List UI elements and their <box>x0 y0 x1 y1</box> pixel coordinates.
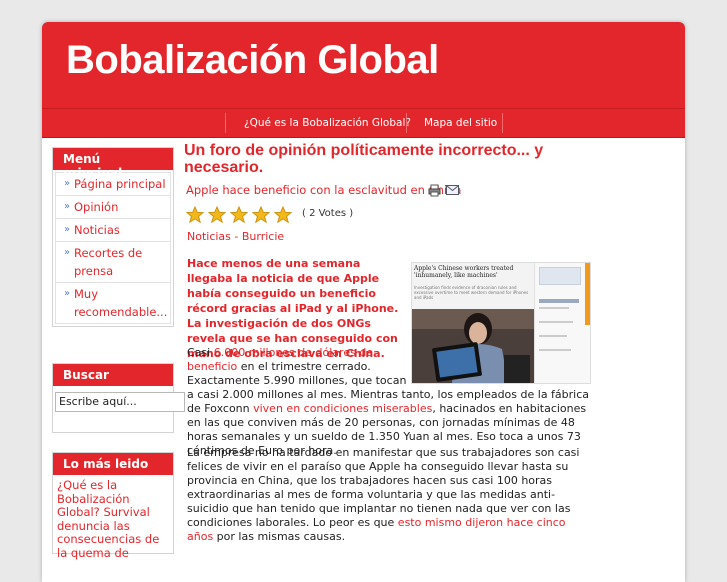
photo-sidebar-widget <box>539 267 581 285</box>
site-title[interactable]: Bobalización Global <box>66 38 439 83</box>
menu-item-opinion[interactable]: » Opinión <box>56 196 170 219</box>
link-miserable-conditions[interactable]: viven en condiciones miserables <box>253 402 432 415</box>
star-icon[interactable] <box>252 206 270 224</box>
chevron-right-icon: » <box>64 247 71 258</box>
menu-item-label: Recortes de prensa <box>74 246 143 278</box>
star-icon[interactable] <box>274 206 292 224</box>
nav-separator <box>406 113 407 133</box>
menu-item-label: Página principal <box>74 177 166 191</box>
article-paragraph-2: La empresa no ha tardado en manifestar q… <box>187 446 589 544</box>
main-menu-box: Menú principal » Página principal » Opinió… <box>52 147 174 327</box>
paragraph-text: Casi <box>187 346 214 359</box>
search-box: Buscar Escribe aquí... <box>52 363 185 433</box>
article-title-link[interactable]: Apple hace beneficio con la esclavitud e… <box>186 183 461 197</box>
star-icon[interactable] <box>208 206 226 224</box>
photo-sidebar-line <box>539 335 567 337</box>
rating-stars[interactable] <box>186 206 296 224</box>
chevron-right-icon: » <box>64 201 71 212</box>
paragraph-text: por las mismas causas. <box>213 530 346 543</box>
most-read-title: Lo más leido <box>53 453 173 475</box>
search-title: Buscar <box>53 364 173 386</box>
chevron-right-icon: » <box>64 178 71 189</box>
menu-item-press-clippings[interactable]: » Recortes de prensa <box>56 242 170 283</box>
menu-item-label: Muy recomendable... <box>74 287 168 319</box>
print-icon[interactable] <box>428 184 441 200</box>
nav-item-what-is[interactable]: ¿Qué es la Bobalización Global? <box>244 109 411 137</box>
main-menu-title: Menú principal <box>53 148 173 180</box>
article-section-title: Un foro de opinión políticamente incorre… <box>184 142 544 176</box>
photo-wrap-spacer <box>410 346 592 384</box>
votes-count: ( 2 Votes ) <box>302 208 354 219</box>
top-nav: ¿Qué es la Bobalización Global? Mapa del… <box>42 108 685 138</box>
article-paragraph-1: Casi 6.000 millones de dólares de benefi… <box>187 346 592 458</box>
site-header: Bobalización Global <box>42 22 685 108</box>
photo-headline: Apple's Chinese workers treated 'inhuman… <box>414 265 514 279</box>
nav-separator <box>225 113 226 133</box>
most-read-box: Lo más leido ¿Qué es la Bobalización Glo… <box>52 452 174 559</box>
star-icon[interactable] <box>186 206 204 224</box>
menu-item-label: Noticias <box>74 223 120 237</box>
photo-sidebar-bar <box>539 299 579 303</box>
most-read-link[interactable]: ¿Qué es la Bobalización Global? Survival… <box>53 475 173 564</box>
photo-caption: Investigation finds evidence of draconia… <box>414 285 529 300</box>
star-icon[interactable] <box>230 206 248 224</box>
chevron-right-icon: » <box>64 224 71 235</box>
menu-item-news[interactable]: » Noticias <box>56 219 170 242</box>
menu-item-recommended[interactable]: » Muy recomendable... <box>56 283 170 323</box>
photo-sidebar-line <box>539 321 573 323</box>
email-icon[interactable] <box>446 185 459 199</box>
article-category[interactable]: Noticias - Burricie <box>187 230 284 243</box>
nav-separator <box>502 113 503 133</box>
menu-item-label: Opinión <box>74 200 119 214</box>
photo-accent-bar <box>585 263 590 325</box>
nav-item-sitemap[interactable]: Mapa del sitio <box>424 109 497 137</box>
search-input[interactable]: Escribe aquí... <box>55 392 185 412</box>
chevron-right-icon: » <box>64 288 71 299</box>
photo-sidebar-line <box>539 307 569 309</box>
menu-item-home[interactable]: » Página principal <box>56 173 170 196</box>
